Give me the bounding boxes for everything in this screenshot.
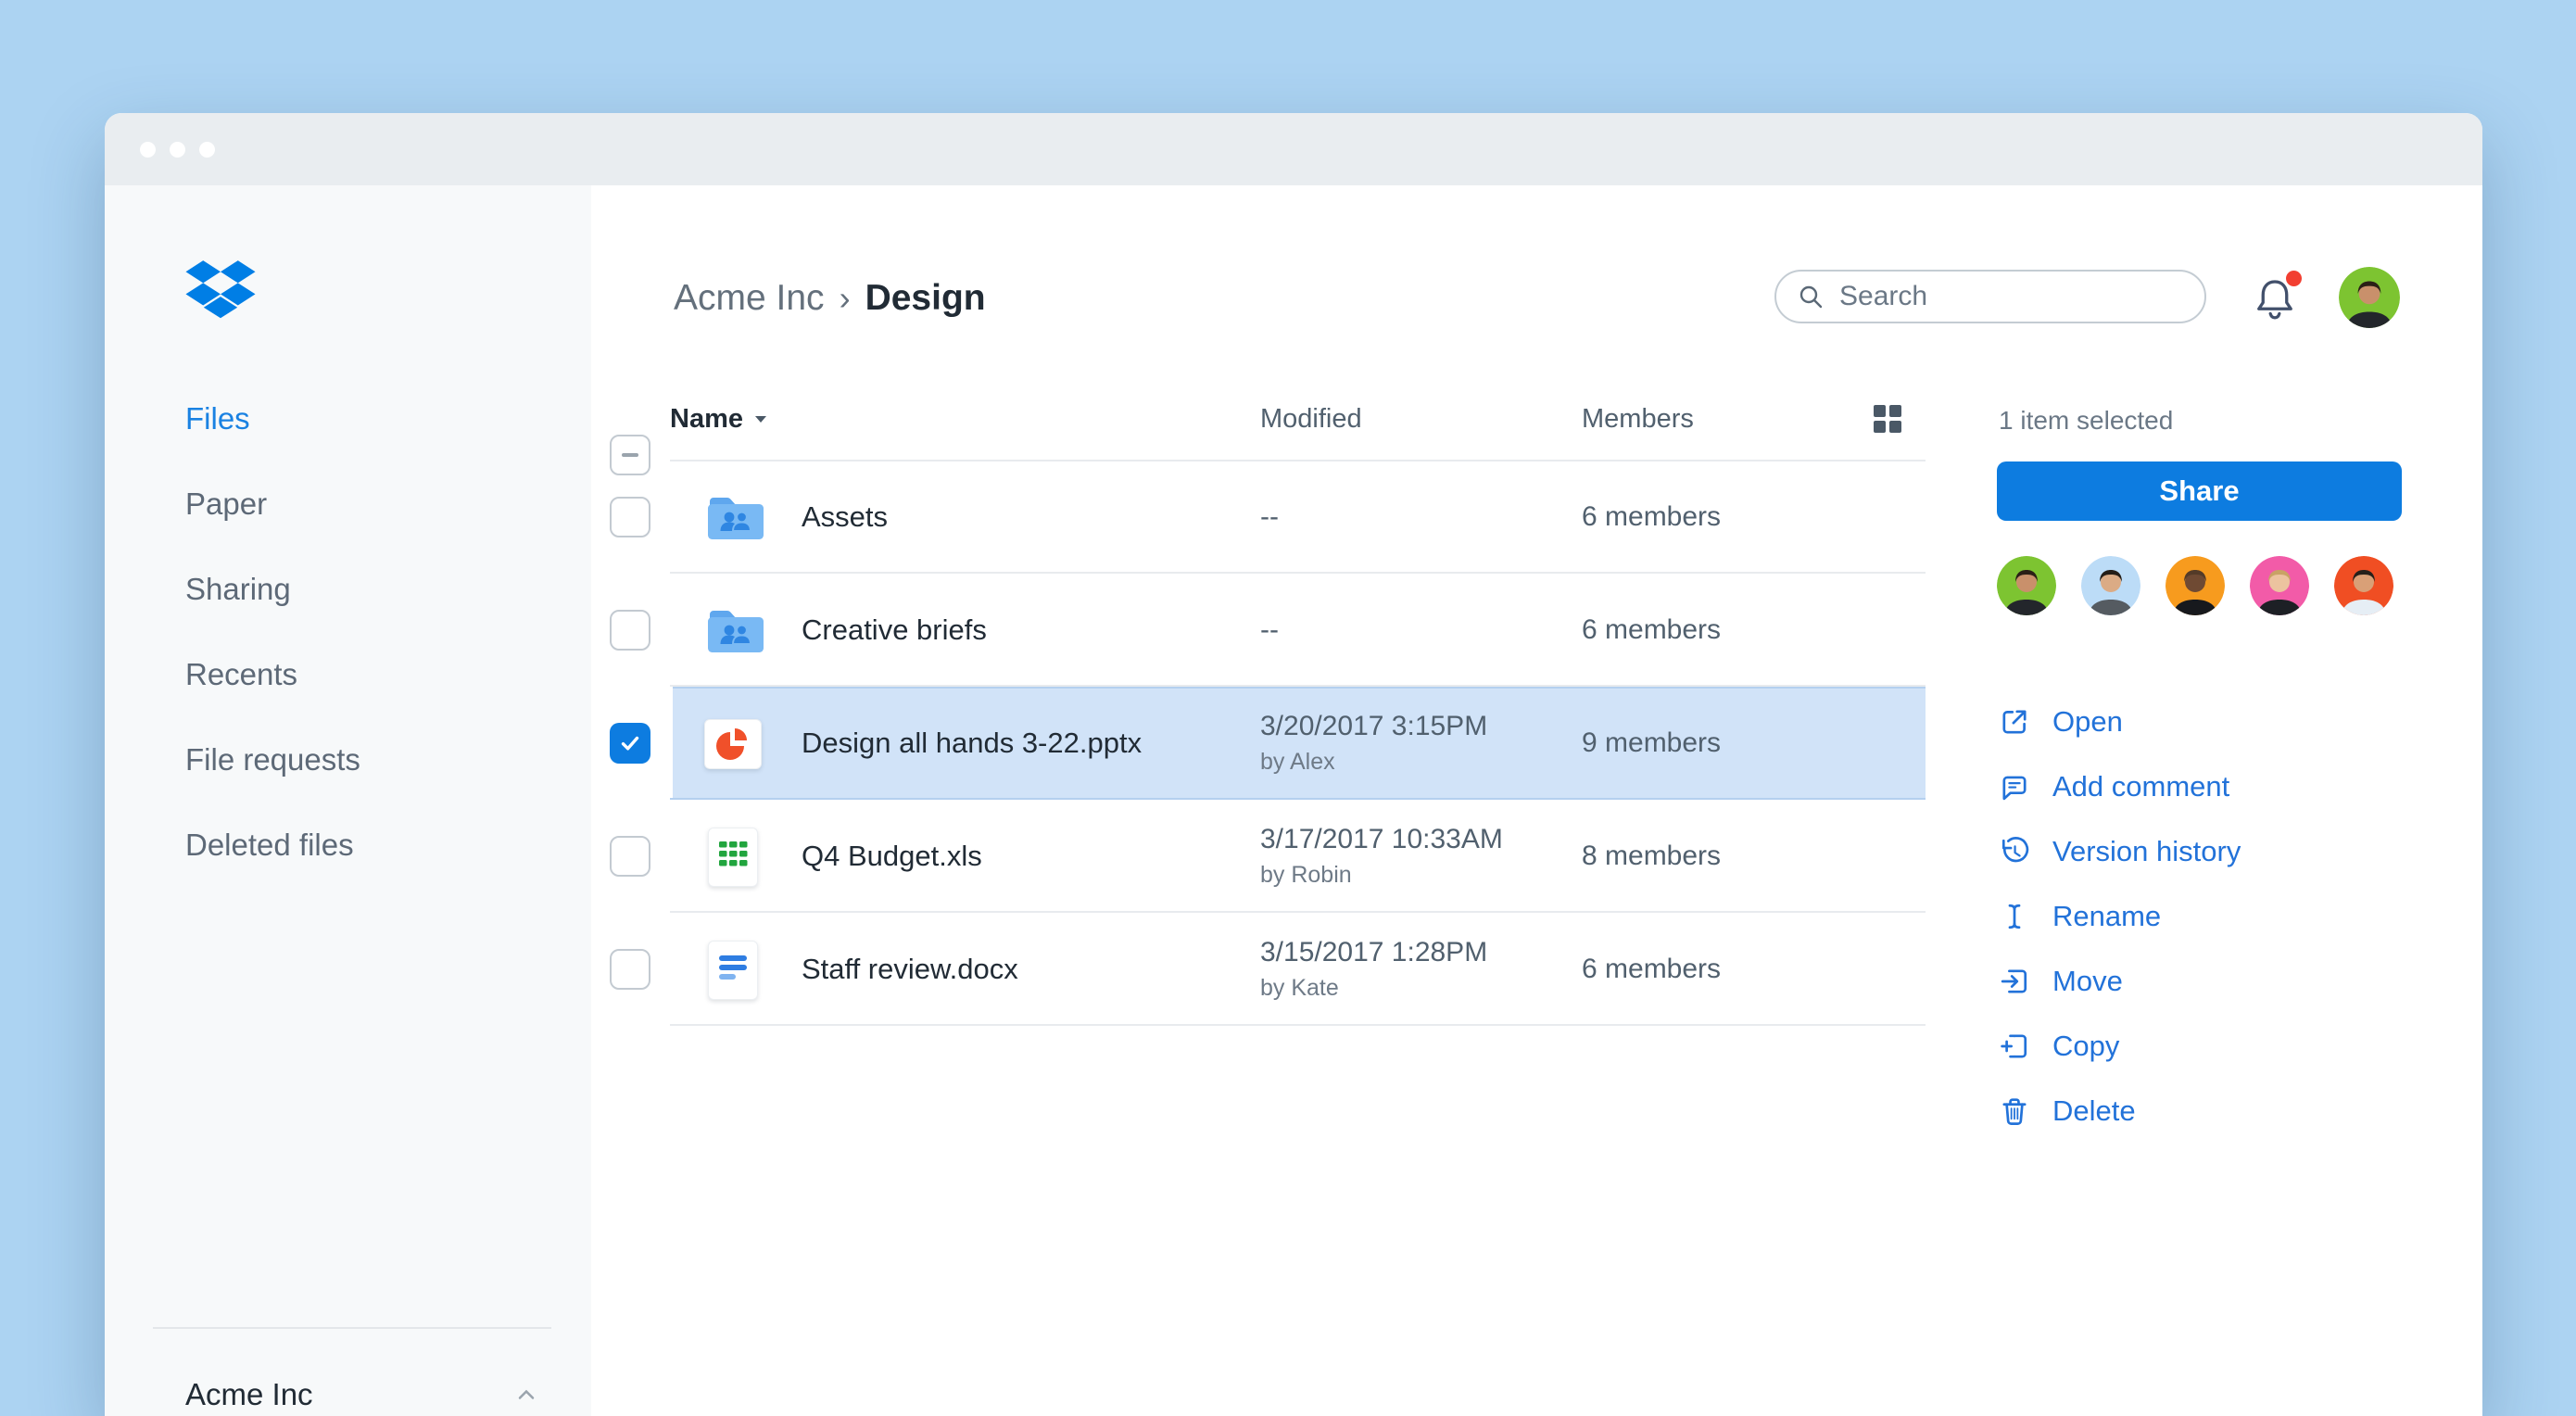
sidebar-item-files[interactable]: Files (185, 376, 360, 461)
selection-status: 1 item selected (1999, 406, 2173, 436)
sidebar-item-deleted-files[interactable]: Deleted files (185, 803, 360, 888)
shared-folder-icon (706, 493, 765, 541)
sidebar-item-paper[interactable]: Paper (185, 461, 360, 547)
file-name: Creative briefs (802, 574, 987, 687)
action-version-history[interactable]: Version history (1997, 819, 2241, 884)
details-panel: 1 item selected Share (1997, 185, 2402, 1416)
action-rename[interactable]: Rename (1997, 884, 2241, 949)
delete-icon (1997, 1094, 2032, 1129)
member-avatars (1997, 556, 2393, 615)
file-name: Staff review.docx (802, 913, 1018, 1026)
column-header-name[interactable]: Name (670, 398, 767, 439)
column-header-members: Members (1582, 398, 1694, 439)
excel-file-icon (708, 828, 758, 887)
file-modified: -- (1260, 461, 1279, 574)
modified-by: by Robin (1260, 862, 1503, 889)
person-silhouette-icon (2166, 556, 2225, 615)
search-icon (1797, 283, 1825, 310)
file-row-staff-review[interactable]: Staff review.docx 3/15/2017 1:28PM by Ka… (591, 913, 1926, 1026)
modified-by: by Alex (1260, 749, 1487, 776)
sidebar: Files Paper Sharing Recents File request… (105, 185, 591, 1416)
member-avatar[interactable] (1997, 556, 2056, 615)
add-comment-icon (1997, 769, 2032, 804)
window-control-dot[interactable] (140, 142, 156, 158)
team-name[interactable]: Acme Inc (185, 1368, 313, 1416)
member-avatar[interactable] (2081, 556, 2140, 615)
file-name: Q4 Budget.xls (802, 800, 982, 913)
window-titlebar (105, 113, 2482, 185)
row-checkbox[interactable] (610, 949, 650, 990)
file-members: 6 members (1582, 461, 1721, 574)
file-name: Design all hands 3-22.pptx (802, 687, 1142, 800)
copy-icon (1997, 1029, 2032, 1064)
table-header: Name Modified Members (591, 398, 1926, 439)
row-checkbox[interactable] (610, 723, 650, 764)
checkmark-icon (616, 729, 644, 757)
person-silhouette-icon (2081, 556, 2140, 615)
app-window: Files Paper Sharing Recents File request… (105, 113, 2482, 1416)
sidebar-item-file-requests[interactable]: File requests (185, 717, 360, 803)
dropbox-logo-icon[interactable] (185, 259, 256, 322)
member-avatar[interactable] (2250, 556, 2309, 615)
file-row-assets[interactable]: Assets -- 6 members (591, 461, 1926, 574)
file-name: Assets (802, 461, 888, 574)
main-content: Acme Inc › Design (591, 185, 2482, 1416)
file-modified: 3/20/2017 3:15PM by Alex (1260, 687, 1487, 800)
file-modified: 3/17/2017 10:33AM by Robin (1260, 800, 1503, 913)
sidebar-nav: Files Paper Sharing Recents File request… (185, 376, 360, 888)
version-history-icon (1997, 834, 2032, 869)
rename-icon (1997, 899, 2032, 934)
person-silhouette-icon (1997, 556, 2056, 615)
row-checkbox[interactable] (610, 610, 650, 651)
share-button[interactable]: Share (1997, 461, 2402, 521)
window-control-dot[interactable] (199, 142, 215, 158)
file-row-design-all-hands[interactable]: Design all hands 3-22.pptx 3/20/2017 3:1… (591, 687, 1926, 800)
breadcrumb: Acme Inc › Design (674, 274, 986, 322)
breadcrumb-parent[interactable]: Acme Inc (674, 278, 825, 318)
action-delete[interactable]: Delete (1997, 1079, 2241, 1144)
grid-view-icon[interactable] (1872, 403, 1903, 435)
file-actions: Open Add comment (1997, 689, 2241, 1144)
powerpoint-file-icon (704, 719, 762, 769)
row-checkbox[interactable] (610, 836, 650, 877)
member-avatar[interactable] (2166, 556, 2225, 615)
sidebar-divider (153, 1327, 551, 1329)
modified-by: by Kate (1260, 975, 1487, 1002)
sidebar-item-recents[interactable]: Recents (185, 632, 360, 717)
row-checkbox[interactable] (610, 497, 650, 537)
indeterminate-dash-icon (622, 453, 638, 457)
sidebar-item-sharing[interactable]: Sharing (185, 547, 360, 632)
person-silhouette-icon (2334, 556, 2393, 615)
action-add-comment[interactable]: Add comment (1997, 754, 2241, 819)
window-control-dot[interactable] (170, 142, 185, 158)
action-move[interactable]: Move (1997, 949, 2241, 1014)
column-header-modified: Modified (1260, 398, 1362, 439)
shared-folder-icon (706, 606, 765, 654)
file-row-q4-budget[interactable]: Q4 Budget.xls 3/17/2017 10:33AM by Robin… (591, 800, 1926, 913)
action-copy[interactable]: Copy (1997, 1014, 2241, 1079)
breadcrumb-current: Design (865, 278, 986, 318)
file-members: 9 members (1582, 687, 1721, 800)
sort-caret-icon (754, 415, 767, 424)
breadcrumb-separator-icon: › (840, 279, 851, 317)
file-members: 6 members (1582, 574, 1721, 687)
file-members: 6 members (1582, 913, 1721, 1026)
file-modified: 3/15/2017 1:28PM by Kate (1260, 913, 1487, 1026)
move-icon (1997, 964, 2032, 999)
action-open[interactable]: Open (1997, 689, 2241, 754)
file-members: 8 members (1582, 800, 1721, 913)
open-icon (1997, 704, 2032, 740)
word-file-icon (708, 941, 758, 1000)
file-row-creative-briefs[interactable]: Creative briefs -- 6 members (591, 574, 1926, 687)
chevron-up-icon[interactable] (517, 1388, 536, 1401)
member-avatar[interactable] (2334, 556, 2393, 615)
file-modified: -- (1260, 574, 1279, 687)
person-silhouette-icon (2250, 556, 2309, 615)
